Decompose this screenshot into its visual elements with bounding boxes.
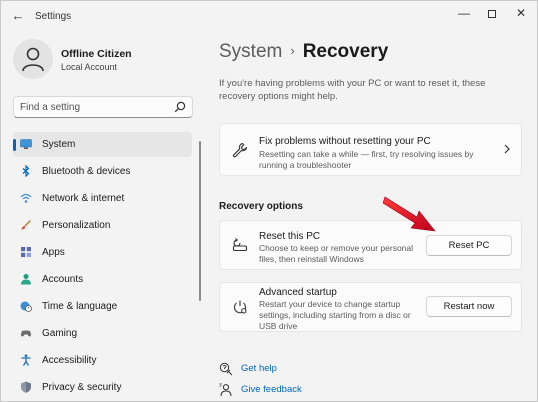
breadcrumb-parent[interactable]: System — [219, 41, 282, 62]
reset-pc-card: Reset this PC Choose to keep or remove y… — [219, 220, 522, 270]
wifi-icon — [20, 193, 32, 203]
globe-clock-icon — [20, 301, 32, 312]
brush-icon — [21, 219, 32, 230]
reset-pc-icon — [232, 238, 248, 252]
shield-icon — [21, 381, 31, 393]
wrench-icon — [232, 142, 248, 158]
sidebar-item-personalization[interactable]: Personalization — [13, 213, 192, 238]
help-icon — [219, 362, 233, 376]
sidebar-scrollbar[interactable] — [199, 141, 201, 301]
reset-pc-description: Choose to keep or remove your personal f… — [259, 243, 414, 264]
sidebar-item-privacy-security[interactable]: Privacy & security — [13, 375, 192, 400]
breadcrumb-separator: › — [290, 43, 295, 58]
bluetooth-icon — [22, 165, 30, 177]
sidebar-item-network[interactable]: Network & internet — [13, 186, 192, 211]
restart-now-button[interactable]: Restart now — [426, 296, 512, 317]
gamepad-icon — [21, 330, 31, 337]
sidebar-item-label: Apps — [42, 247, 65, 258]
fix-problems-title: Fix problems without resetting your PC — [259, 136, 431, 147]
intro-text: If you're having problems with your PC o… — [219, 78, 486, 102]
minimize-button[interactable]: — — [453, 5, 475, 21]
person-icon — [22, 47, 44, 72]
sidebar-item-label: Accessibility — [42, 355, 97, 366]
sidebar-item-apps[interactable]: Apps — [13, 240, 192, 265]
fix-problems-description: Resetting can take a while — first, try … — [259, 149, 474, 170]
search-icon[interactable] — [174, 101, 186, 113]
annotation-arrow-icon — [382, 196, 436, 232]
sidebar-item-system[interactable]: System — [13, 132, 192, 157]
section-title: Recovery options — [219, 201, 303, 212]
search-input[interactable] — [20, 100, 170, 114]
back-button[interactable]: ← — [9, 8, 27, 24]
sidebar-item-label: Time & language — [42, 301, 118, 312]
get-help-label: Get help — [241, 363, 277, 374]
fix-problems-card[interactable]: Fix problems without resetting your PC R… — [219, 123, 522, 176]
sidebar-item-label: Gaming — [42, 328, 78, 339]
maximize-button[interactable] — [481, 5, 503, 21]
title-bar: ← Settings — ✕ — [1, 1, 537, 31]
sidebar-item-bluetooth[interactable]: Bluetooth & devices — [13, 159, 192, 184]
settings-window: ← Settings — ✕ Offline Citizen Local Acc… — [0, 0, 538, 402]
advanced-startup-card: Advanced startup Restart your device to … — [219, 282, 522, 332]
reset-pc-button[interactable]: Reset PC — [426, 235, 512, 256]
give-feedback-label: Give feedback — [241, 384, 302, 395]
active-indicator — [13, 139, 16, 151]
advanced-startup-title: Advanced startup — [259, 287, 337, 298]
maximize-icon — [488, 9, 496, 18]
account-type: Local Account — [61, 62, 118, 72]
monitor-icon — [20, 139, 32, 149]
app-title: Settings — [35, 11, 72, 22]
sidebar-item-label: Bluetooth & devices — [42, 166, 131, 177]
search-box[interactable] — [13, 96, 193, 118]
close-button[interactable]: ✕ — [510, 5, 532, 21]
sidebar-item-label: Personalization — [42, 220, 111, 231]
apps-icon — [21, 247, 31, 257]
sidebar-item-label: Accounts — [42, 274, 84, 285]
sidebar-item-accessibility[interactable]: Accessibility — [13, 348, 192, 373]
breadcrumb: System › Recovery — [219, 41, 388, 63]
page-title: Recovery — [302, 41, 389, 62]
sidebar-item-accounts[interactable]: Accounts — [13, 267, 192, 292]
sidebar-item-label: System — [42, 139, 76, 150]
sidebar-item-label: Network & internet — [42, 193, 125, 204]
feedback-icon — [219, 383, 232, 397]
sidebar-item-label: Privacy & security — [42, 382, 122, 393]
accessibility-icon — [21, 354, 31, 366]
chevron-right-icon — [504, 144, 510, 154]
user-name: Offline Citizen — [61, 48, 132, 60]
avatar[interactable] — [13, 39, 53, 79]
advanced-startup-icon — [234, 300, 247, 314]
advanced-startup-description: Restart your device to change startup se… — [259, 299, 411, 331]
sidebar-item-gaming[interactable]: Gaming — [13, 321, 192, 346]
reset-pc-title: Reset this PC — [259, 231, 321, 242]
person-icon — [21, 274, 31, 285]
sidebar-item-time-language[interactable]: Time & language — [13, 294, 192, 319]
